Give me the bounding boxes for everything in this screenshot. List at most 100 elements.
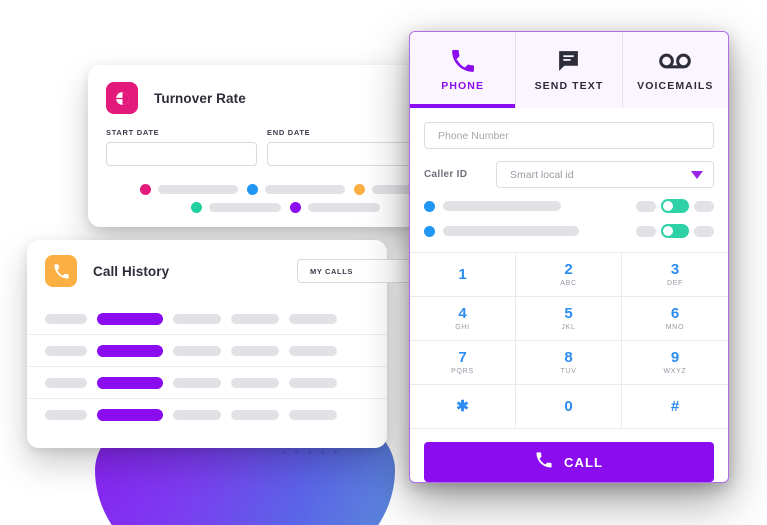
row-status-pill: [97, 376, 163, 389]
illustration-stage: Turnover Rate START DATE END DATE Call H…: [0, 0, 767, 525]
dialpad-key-1[interactable]: 1: [410, 253, 516, 297]
call-history-title: Call History: [93, 263, 170, 279]
message-icon: [556, 49, 581, 73]
toggle-placeholder-right: [694, 200, 714, 212]
table-row[interactable]: [27, 367, 387, 399]
turnover-legend: [88, 166, 452, 216]
end-date-field: END DATE: [267, 128, 418, 166]
tab-phone[interactable]: PHONE: [410, 32, 517, 108]
dialpad-key-4[interactable]: 4 GHI: [410, 297, 516, 341]
dialpad-key-letters: PQRS: [451, 368, 474, 375]
legend-dot: [354, 183, 365, 195]
option-toggle-group: [636, 224, 714, 238]
row-placeholder-pill: [173, 313, 221, 324]
option-toggle-switch[interactable]: [661, 224, 689, 238]
phone-dialer-card: PHONE SEND TEXT VOICEMAILS Phone Number …: [409, 31, 729, 483]
legend-row-primary: [88, 180, 452, 198]
dialpad-key-digit: 0: [564, 398, 573, 415]
my-calls-filter-label: MY CALLS: [310, 266, 353, 276]
tab-voicemails[interactable]: VOICEMAILS: [622, 32, 728, 108]
dialer-option-rows: [424, 199, 714, 238]
row-placeholder-pill: [231, 345, 279, 356]
table-row[interactable]: [27, 335, 387, 367]
dialpad-key-hash[interactable]: #: [622, 385, 728, 429]
dialpad-key-letters: JKL: [561, 324, 576, 331]
row-placeholder-pill: [289, 345, 337, 356]
start-date-input[interactable]: [106, 142, 257, 166]
start-date-label: START DATE: [106, 128, 160, 137]
turnover-card-header: Turnover Rate: [88, 65, 418, 114]
start-date-field: START DATE: [106, 128, 257, 166]
row-placeholder-pill: [289, 313, 337, 324]
phone-icon: [45, 255, 77, 287]
page-title: Turnover Rate: [154, 90, 246, 106]
legend-placeholder-bar: [158, 184, 238, 194]
date-range-fields: START DATE END DATE: [88, 114, 418, 166]
legend-dot: [191, 201, 202, 213]
call-history-card: Call History MY CALLS: [27, 240, 447, 448]
dialpad-key-digit: 5: [564, 305, 573, 322]
legend-item: [290, 201, 380, 213]
dialpad-key-5[interactable]: 5 JKL: [516, 297, 622, 341]
option-dot: [424, 200, 435, 212]
row-placeholder-pill: [173, 345, 221, 356]
row-placeholder-pill: [231, 377, 279, 388]
call-button[interactable]: CALL: [424, 442, 714, 482]
caller-id-select[interactable]: Smart local id: [496, 161, 714, 188]
option-placeholder-bar: [443, 201, 561, 211]
end-date-input[interactable]: [267, 142, 418, 166]
dialpad: 1 2 ABC 3 DEF 4 GHI 5 JKL 6 MNO 7 PQRS 8…: [410, 252, 728, 429]
dialpad-key-6[interactable]: 6 MNO: [622, 297, 728, 341]
phone-number-placeholder: Phone Number: [438, 129, 509, 142]
legend-placeholder-bar: [265, 184, 345, 194]
dialpad-key-star[interactable]: ✱: [410, 385, 516, 429]
table-row[interactable]: [27, 399, 387, 430]
dialpad-key-letters: WXYZ: [663, 368, 687, 375]
dialpad-key-digit: 2: [564, 261, 573, 278]
dialpad-key-3[interactable]: 3 DEF: [622, 253, 728, 297]
dialer-option-row: [424, 199, 714, 213]
dialpad-key-2[interactable]: 2 ABC: [516, 253, 622, 297]
caller-id-value: Smart local id: [510, 168, 574, 181]
tab-label: SEND TEXT: [534, 79, 604, 92]
option-toggle-switch[interactable]: [661, 199, 689, 213]
legend-dot: [140, 183, 151, 195]
dialer-tab-bar: PHONE SEND TEXT VOICEMAILS: [410, 32, 728, 108]
row-placeholder-pill: [231, 409, 279, 420]
row-placeholder-pill: [45, 409, 87, 420]
row-placeholder-pill: [45, 345, 87, 356]
option-toggle-group: [636, 199, 714, 213]
toggle-placeholder-right: [694, 225, 714, 237]
option-dot: [424, 225, 435, 237]
dialpad-key-digit: 4: [458, 305, 467, 322]
chevron-down-icon: [691, 170, 703, 179]
call-button-label: CALL: [563, 454, 604, 470]
phone-icon: [450, 49, 476, 73]
dialpad-key-digit: 6: [670, 305, 680, 322]
row-placeholder-pill: [45, 377, 87, 388]
table-row[interactable]: [27, 303, 387, 335]
phone-icon: [535, 451, 553, 474]
row-placeholder-pill: [45, 313, 87, 324]
call-history-rows: [27, 287, 387, 430]
dialpad-key-letters: ABC: [560, 280, 577, 287]
dialpad-key-7[interactable]: 7 PQRS: [410, 341, 516, 385]
legend-placeholder-bar: [209, 202, 281, 212]
option-placeholder-bar: [443, 226, 579, 236]
caller-id-label: Caller ID: [424, 169, 468, 180]
dialpad-key-letters: GHI: [455, 324, 470, 331]
legend-row-secondary: [88, 198, 418, 216]
call-button-area: CALL: [410, 429, 728, 482]
phone-number-input[interactable]: Phone Number: [424, 122, 714, 149]
row-status-pill: [97, 312, 163, 325]
toggle-placeholder-left: [636, 225, 656, 237]
tab-send-text[interactable]: SEND TEXT: [516, 32, 623, 108]
caller-id-row: Caller ID Smart local id: [424, 161, 714, 188]
dialpad-key-8[interactable]: 8 TUV: [516, 341, 622, 385]
dialpad-key-digit: #: [670, 398, 680, 415]
row-placeholder-pill: [173, 409, 221, 420]
dialpad-key-0[interactable]: 0: [516, 385, 622, 429]
tab-label: PHONE: [441, 79, 485, 92]
dialpad-key-9[interactable]: 9 WXYZ: [622, 341, 728, 385]
dialpad-key-letters: MNO: [665, 324, 685, 331]
